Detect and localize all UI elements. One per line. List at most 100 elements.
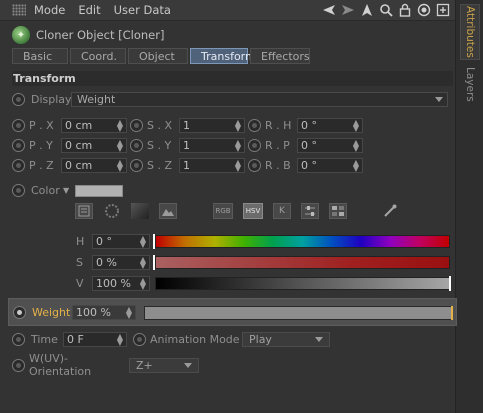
scale-y-label: S . Y <box>147 139 172 152</box>
target-icon[interactable] <box>416 2 432 18</box>
value-slider-knob[interactable] <box>449 276 451 291</box>
rotation-p-radio[interactable] <box>248 139 261 152</box>
scale-y-radio[interactable] <box>130 139 143 152</box>
tab-attributes[interactable]: Attributes <box>460 4 480 60</box>
rotation-h-radio[interactable] <box>248 119 261 132</box>
tab-coord[interactable]: Coord. <box>70 48 126 64</box>
position-z-row: P . Z 0 cm ▲ ▼ <box>12 158 127 173</box>
orientation-radio[interactable] <box>12 358 25 372</box>
position-x-field[interactable]: 0 cm ▲ ▼ <box>61 118 127 133</box>
rotation-h-field[interactable]: 0 ° ▲ ▼ <box>297 118 363 133</box>
weight-field[interactable]: 100 % ▲ ▼ <box>72 304 136 320</box>
spinner-icon[interactable]: ▲ ▼ <box>140 256 146 270</box>
scale-x-radio[interactable] <box>130 119 143 132</box>
menu-user-data[interactable]: User Data <box>114 3 171 17</box>
spinner-icon[interactable]: ▲ ▼ <box>140 235 146 249</box>
position-z-radio[interactable] <box>12 159 25 172</box>
spinner-icon[interactable]: ▲ ▼ <box>117 119 123 133</box>
time-row: Time 0 F ▲ ▼ Animation Mode Play <box>12 332 330 347</box>
tab-effectors[interactable]: Effectors <box>250 48 310 64</box>
rotation-b-label: R . B <box>265 159 291 172</box>
scale-x-field[interactable]: 1 ▲ ▼ <box>179 118 245 133</box>
spinner-icon[interactable]: ▲ ▼ <box>126 305 132 319</box>
display-label: Display <box>31 93 72 106</box>
hue-slider-knob[interactable] <box>153 234 155 249</box>
orientation-select[interactable]: Z+ <box>129 357 199 373</box>
rotation-b-radio[interactable] <box>248 159 261 172</box>
time-radio[interactable] <box>12 333 25 346</box>
saturation-row: S 0 % ▲ ▼ <box>70 255 452 270</box>
color-radio[interactable] <box>12 184 25 197</box>
saturation-slider-knob[interactable] <box>153 255 155 270</box>
spinner-icon[interactable]: ▲ ▼ <box>353 119 359 133</box>
orientation-row: W(UV)-Orientation Z+ <box>12 352 199 378</box>
saturation-field[interactable]: 0 % ▲ ▼ <box>92 255 150 270</box>
kelvin-button[interactable]: K <box>273 203 291 219</box>
menu-mode[interactable]: Mode <box>34 3 65 17</box>
value-slider[interactable] <box>155 276 451 291</box>
menu-edit[interactable]: Edit <box>78 3 100 17</box>
color-picker-icon[interactable] <box>75 203 93 219</box>
saturation-slider[interactable] <box>153 255 450 270</box>
position-y-label: P . Y <box>29 139 53 152</box>
chevron-down-icon <box>435 97 443 102</box>
rotation-b-value: 0 ° <box>301 159 317 172</box>
color-swatch[interactable] <box>75 184 124 197</box>
value-field[interactable]: 100 % ▲ ▼ <box>92 276 150 291</box>
rotation-b-field[interactable]: 0 ° ▲ ▼ <box>297 158 363 173</box>
lock-icon[interactable] <box>397 2 413 18</box>
spinner-icon[interactable]: ▲ ▼ <box>353 139 359 153</box>
color-wheel-icon[interactable] <box>103 203 121 219</box>
scale-y-value: 1 <box>183 139 190 152</box>
display-select[interactable]: Weight <box>71 92 448 107</box>
up-arrow-icon[interactable] <box>359 2 375 18</box>
position-x-value: 0 cm <box>65 119 93 132</box>
image-icon[interactable] <box>159 203 177 219</box>
animation-mode-select[interactable]: Play <box>242 332 330 347</box>
position-x-radio[interactable] <box>12 119 25 132</box>
tab-layers[interactable]: Layers <box>460 64 480 104</box>
spinner-icon[interactable]: ▲ ▼ <box>235 119 241 133</box>
tab-basic[interactable]: Basic <box>12 48 68 64</box>
position-y-field[interactable]: 0 cm ▲ ▼ <box>61 138 127 153</box>
rotation-p-field[interactable]: 0 ° ▲ ▼ <box>297 138 363 153</box>
cloner-icon: ✦ <box>12 26 30 44</box>
animation-mode-radio[interactable] <box>133 333 146 346</box>
position-z-field[interactable]: 0 cm ▲ ▼ <box>61 158 127 173</box>
back-arrow-icon[interactable] <box>321 2 337 18</box>
weight-radio[interactable] <box>13 305 26 319</box>
tab-transform[interactable]: Transform <box>190 48 256 64</box>
color-spectrum-icon[interactable] <box>131 203 149 219</box>
color-expand-icon[interactable]: ▼ <box>63 186 69 195</box>
tab-object[interactable]: Object <box>128 48 188 64</box>
weight-slider-knob[interactable] <box>451 306 453 320</box>
spinner-icon[interactable]: ▲ ▼ <box>235 139 241 153</box>
rotation-h-value: 0 ° <box>301 119 317 132</box>
spinner-icon[interactable]: ▲ ▼ <box>235 159 241 173</box>
swatches-icon[interactable] <box>329 203 347 219</box>
forward-arrow-icon[interactable] <box>340 2 356 18</box>
display-row: Display Weight <box>12 92 448 107</box>
spinner-icon[interactable]: ▲ ▼ <box>117 139 123 153</box>
spinner-icon[interactable]: ▲ ▼ <box>140 277 146 291</box>
position-y-radio[interactable] <box>12 139 25 152</box>
spinner-icon[interactable]: ▲ ▼ <box>117 333 123 347</box>
color-mixer-icon[interactable] <box>301 203 319 219</box>
display-radio[interactable] <box>12 93 25 106</box>
rotation-b-row: R . B 0 ° ▲ ▼ <box>248 158 363 173</box>
weight-slider[interactable] <box>144 306 453 320</box>
eyedropper-icon[interactable] <box>381 203 399 219</box>
spinner-icon[interactable]: ▲ ▼ <box>353 159 359 173</box>
scale-z-radio[interactable] <box>130 159 143 172</box>
spinner-icon[interactable]: ▲ ▼ <box>117 159 123 173</box>
hue-field[interactable]: 0 ° ▲ ▼ <box>92 234 150 249</box>
rgb-button[interactable]: RGB <box>213 203 233 219</box>
new-window-icon[interactable] <box>435 2 451 18</box>
time-field[interactable]: 0 F ▲ ▼ <box>63 332 127 347</box>
scale-z-field[interactable]: 1 ▲ ▼ <box>179 158 245 173</box>
scale-y-field[interactable]: 1 ▲ ▼ <box>179 138 245 153</box>
hsv-button[interactable]: HSV <box>243 203 263 219</box>
grip-icon[interactable] <box>12 4 26 16</box>
hue-slider[interactable] <box>153 234 450 249</box>
search-icon[interactable] <box>378 2 394 18</box>
